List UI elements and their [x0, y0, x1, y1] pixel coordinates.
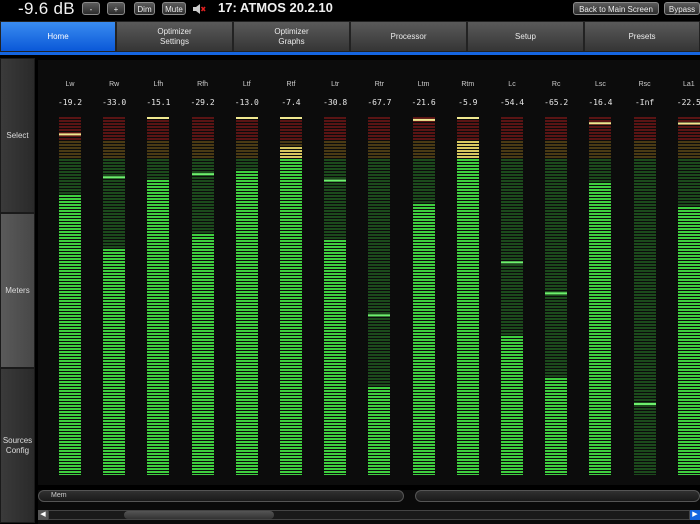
level-meter-rsc	[633, 117, 656, 475]
channel-value-rsc: -Inf	[634, 98, 655, 107]
memory-slot-2[interactable]	[415, 490, 700, 502]
channel-value-rc: -65.2	[544, 98, 569, 107]
sidebar-item-sources-config[interactable]: Sources Config	[0, 368, 35, 523]
peak-hold-rfh	[191, 173, 214, 176]
channel-value-ltf: -13.0	[234, 98, 259, 107]
level-meter-rtr	[368, 117, 391, 475]
back-to-main-button[interactable]: Back to Main Screen	[573, 2, 659, 15]
level-meter-lsc	[589, 117, 612, 475]
channel-label-rc: Rc	[551, 81, 561, 88]
tab-presets[interactable]: Presets	[584, 21, 700, 52]
channel-value-lsc: -16.4	[588, 98, 613, 107]
level-meter-rtm	[456, 117, 479, 475]
preset-title: 17: ATMOS 20.2.10	[218, 0, 333, 15]
channel-label-lc: Lc	[508, 81, 516, 88]
peak-hold-lc	[501, 261, 523, 264]
level-meter-la1	[677, 117, 700, 475]
scrollbar-thumb[interactable]	[124, 511, 274, 519]
dim-button[interactable]: Dim	[134, 2, 155, 15]
bypass-button[interactable]: Bypass	[664, 2, 700, 15]
channel-value-rtf: -7.4	[281, 98, 301, 107]
tab-processor[interactable]: Processor	[350, 21, 467, 52]
level-meter-rfh	[191, 117, 214, 475]
peak-hold-rw	[103, 176, 126, 179]
sidebar-item-meters[interactable]: Meters	[0, 213, 35, 368]
tab-optimizer-graphs[interactable]: Optimizer Graphs	[233, 21, 350, 52]
tab-optimizer-settings[interactable]: Optimizer Settings	[116, 21, 233, 52]
peak-hold-rsc	[633, 403, 656, 405]
channel-label-la1: La1	[682, 81, 695, 88]
level-meter-rw	[103, 117, 126, 475]
channel-label-ltm: Ltm	[417, 81, 430, 88]
peak-hold-rtm	[456, 117, 479, 119]
peak-hold-la1	[677, 122, 700, 125]
level-meter-lc	[501, 117, 523, 475]
scroll-right-icon[interactable]: ▶	[690, 510, 700, 520]
sidebar-item-select[interactable]: Select	[0, 58, 35, 213]
speaker-muted-icon[interactable]	[192, 2, 206, 16]
tab-home[interactable]: Home	[0, 21, 116, 52]
channel-value-ltm: -21.6	[411, 98, 436, 107]
level-meter-rc	[545, 117, 568, 475]
tab-setup[interactable]: Setup	[467, 21, 584, 52]
channel-value-lc: -54.4	[499, 98, 525, 107]
mute-button[interactable]: Mute	[162, 2, 186, 15]
peak-hold-rtr	[368, 314, 391, 317]
channel-value-rfh: -29.2	[190, 98, 215, 107]
meter-panel: Lw -19.2 Rw -33.0 Lfh -15.1 Rfh -29.2 Ltf -13.0 Rt…	[38, 60, 700, 485]
tab-bar: Home Optimizer Settings Optimizer Graphs…	[0, 21, 700, 52]
peak-hold-rtf	[280, 117, 302, 119]
bottom-bar: Mem ◀ ▶	[38, 490, 700, 524]
level-meter-ltm	[412, 117, 435, 475]
channel-label-rsc: Rsc	[638, 81, 651, 88]
scroll-left-icon[interactable]: ◀	[38, 510, 48, 520]
channel-value-ltr: -30.8	[323, 98, 348, 107]
peak-hold-lsc	[589, 122, 612, 125]
channel-label-rtr: Rtr	[374, 81, 385, 88]
level-meter-ltr	[324, 117, 347, 475]
memory-slot[interactable]: Mem	[38, 490, 404, 502]
channel-label-rtf: Rtf	[286, 81, 296, 88]
channel-label-ltr: Ltr	[331, 81, 340, 88]
channel-value-rtm: -5.9	[458, 98, 478, 107]
peak-hold-rc	[545, 292, 568, 295]
channel-label-rfh: Rfh	[197, 81, 209, 88]
channel-value-lfh: -15.1	[146, 98, 171, 107]
level-meter-ltf	[235, 117, 258, 475]
level-meter-lfh	[147, 117, 170, 475]
peak-hold-ltf	[235, 117, 258, 119]
level-meter-lw	[59, 117, 81, 475]
level-meter-rtf	[280, 117, 302, 475]
volume-up-button[interactable]: +	[107, 2, 125, 15]
channel-value-rtr: -67.7	[367, 98, 392, 107]
tab-underline	[0, 52, 700, 55]
channel-value-rw: -33.0	[102, 98, 127, 107]
channel-label-lsc: Lsc	[594, 81, 606, 88]
volume-level: -9.6 dB	[18, 0, 75, 18]
peak-hold-lw	[59, 133, 81, 136]
channel-label-lfh: Lfh	[153, 81, 164, 88]
peak-hold-lfh	[147, 117, 170, 119]
sidebar: Select Meters Sources Config	[0, 58, 35, 523]
channel-label-rtm: Rtm	[461, 81, 475, 88]
top-bar: -9.6 dB - + Dim Mute 17: ATMOS 20.2.10 B…	[0, 0, 700, 20]
channel-label-rw: Rw	[109, 81, 120, 88]
channel-value-la1: -22.5	[676, 98, 700, 107]
peak-hold-ltr	[324, 179, 347, 182]
channel-label-ltf: Ltf	[242, 81, 251, 88]
channel-value-lw: -19.2	[57, 98, 83, 107]
volume-down-button[interactable]: -	[82, 2, 100, 15]
peak-hold-ltm	[412, 118, 435, 121]
channel-label-lw: Lw	[65, 81, 75, 88]
